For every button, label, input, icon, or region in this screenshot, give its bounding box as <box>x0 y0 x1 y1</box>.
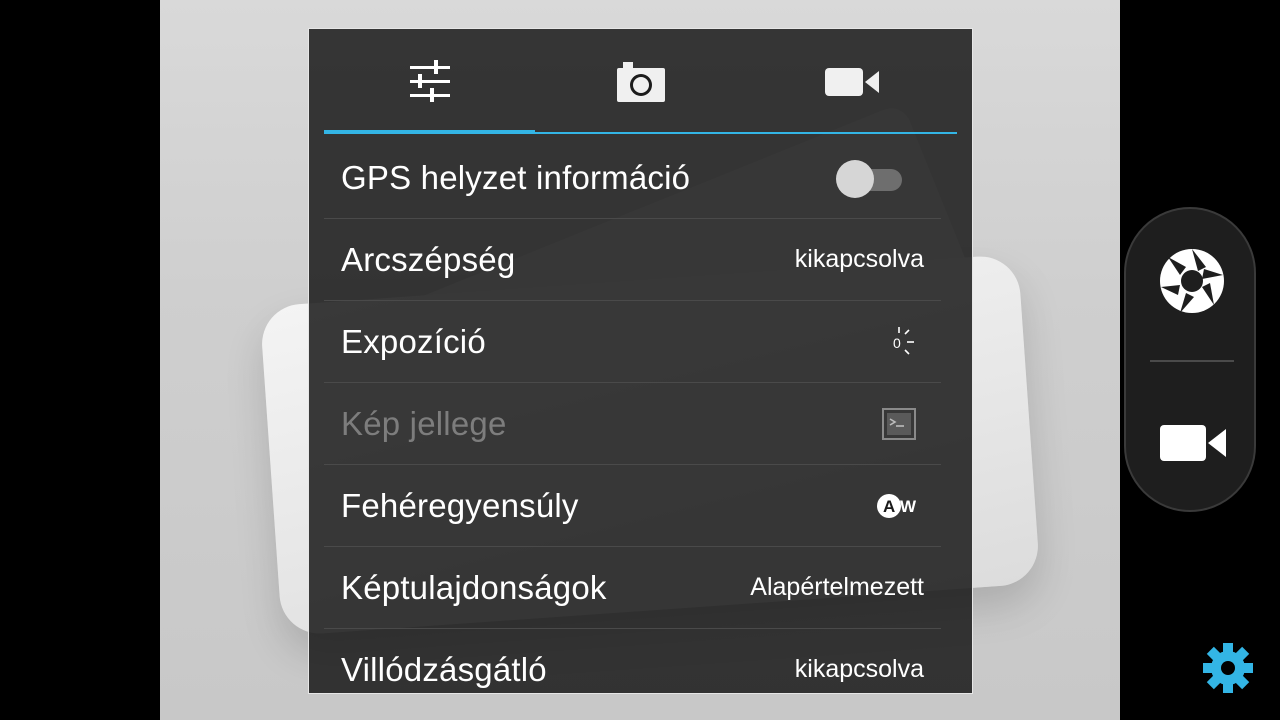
setting-label: Kép jellege <box>341 404 507 442</box>
exposure-icon: 0 <box>893 326 914 355</box>
auto-white-balance-icon: A W <box>877 493 917 518</box>
setting-exposure[interactable]: Expozíció 0 <box>324 301 941 383</box>
awb-suffix: W <box>900 497 917 516</box>
setting-face-beauty[interactable]: Arcszépség kikapcsolva <box>324 219 941 301</box>
gear-icon <box>1203 643 1253 693</box>
video-camera-icon <box>824 68 879 96</box>
tab-video-settings[interactable] <box>746 29 957 135</box>
video-camera-icon <box>1160 425 1226 461</box>
shutter-button[interactable] <box>1156 245 1228 317</box>
setting-label: Villódzásgátló <box>341 650 547 688</box>
sliders-icon <box>409 60 450 102</box>
camera-icon <box>616 62 665 102</box>
setting-image-properties[interactable]: Képtulajdonságok Alapértelmezett <box>324 547 941 629</box>
setting-label: GPS helyzet információ <box>341 158 691 196</box>
capture-controls <box>1124 207 1256 512</box>
awb-letter: A <box>883 497 895 516</box>
setting-white-balance[interactable]: Fehéregyensúly A W <box>324 465 941 547</box>
setting-label: Expozíció <box>341 322 486 360</box>
settings-tabs <box>324 29 957 137</box>
settings-button[interactable] <box>1202 642 1254 694</box>
setting-scene-mode: Kép jellege <box>324 383 941 465</box>
setting-label: Képtulajdonságok <box>341 568 607 606</box>
setting-label: Arcszépség <box>341 240 516 278</box>
setting-anti-flicker[interactable]: Villódzásgátló kikapcsolva <box>324 629 941 693</box>
exposure-value: 0 <box>893 335 901 351</box>
active-tab-indicator <box>324 130 535 134</box>
settings-panel: GPS helyzet információ Arcszépség kikapc… <box>308 28 973 694</box>
gps-toggle[interactable] <box>836 159 902 198</box>
setting-gps[interactable]: GPS helyzet információ <box>324 137 941 219</box>
settings-list: GPS helyzet információ Arcszépség kikapc… <box>324 137 941 693</box>
setting-value: kikapcsolva <box>794 245 924 273</box>
setting-label: Fehéregyensúly <box>341 486 579 524</box>
shutter-icon <box>1160 249 1224 313</box>
controls-divider <box>1150 360 1234 362</box>
setting-value: kikapcsolva <box>794 655 924 683</box>
toggle-thumb <box>836 159 874 198</box>
scene-mode-icon <box>882 407 916 440</box>
tab-general-settings[interactable] <box>324 29 535 135</box>
record-video-button[interactable] <box>1156 407 1228 479</box>
tab-photo-settings[interactable] <box>535 29 746 135</box>
setting-value: Alapértelmezett <box>750 573 924 601</box>
